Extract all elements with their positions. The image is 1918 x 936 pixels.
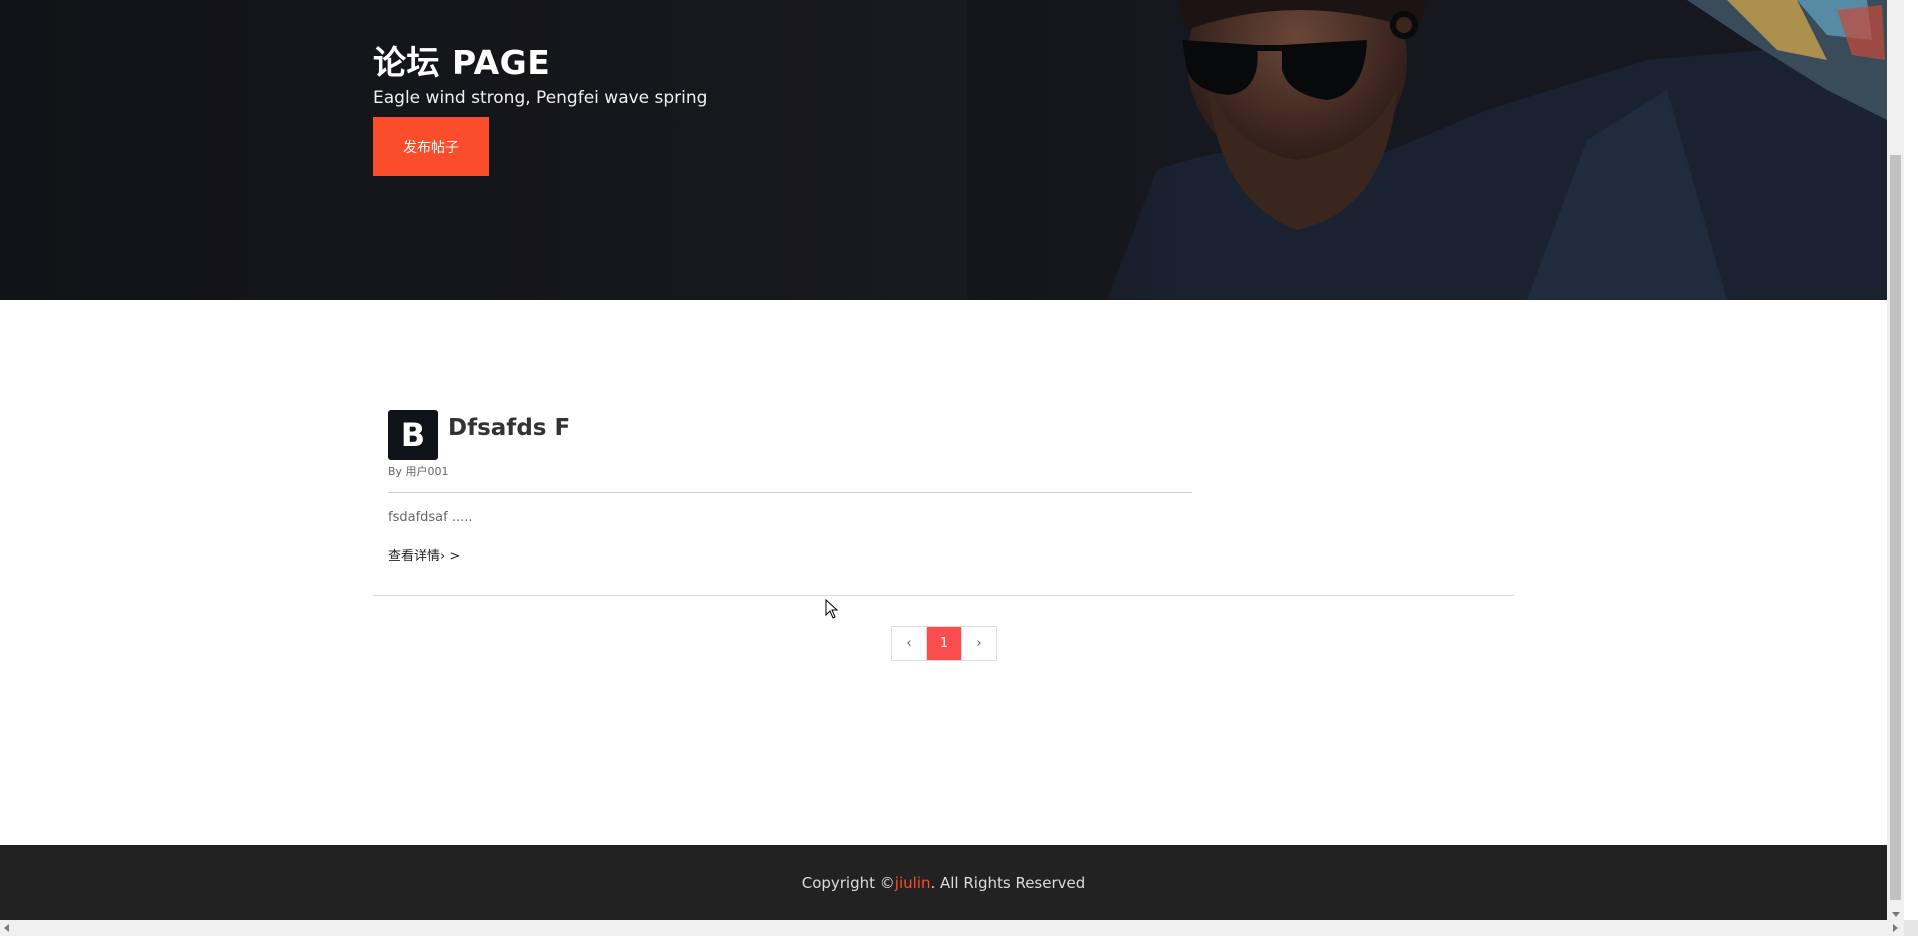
- footer-copyright-prefix: Copyright ©: [801, 873, 895, 892]
- footer-copyright-suffix: . All Rights Reserved: [930, 873, 1086, 892]
- hero-banner: 论坛 PAGE Eagle wind strong, Pengfei wave …: [0, 0, 1887, 300]
- scroll-left-arrow-icon[interactable]: [4, 924, 9, 932]
- pagination-page-1[interactable]: 1: [926, 627, 961, 660]
- hero-title: 论坛 PAGE: [373, 43, 551, 82]
- post-author: By 用户001: [388, 465, 449, 478]
- post-header: B Dfsafds F: [388, 410, 1192, 460]
- scroll-right-arrow-icon[interactable]: [1893, 924, 1898, 932]
- hero-subtitle: Eagle wind strong, Pengfei wave spring: [373, 88, 708, 108]
- post-title[interactable]: Dfsafds F: [448, 415, 570, 441]
- page-viewport: 论坛 PAGE Eagle wind strong, Pengfei wave …: [0, 0, 1918, 936]
- footer: Copyright © jiulin. All Rights Reserved: [0, 845, 1887, 920]
- scrollbar-corner: [1904, 920, 1918, 936]
- post-card: B Dfsafds F By 用户001 fsdafdsaf ..... 查看详…: [388, 410, 1192, 564]
- post-excerpt: fsdafdsaf .....: [388, 510, 473, 525]
- publish-post-button[interactable]: 发布帖子: [373, 117, 489, 176]
- vertical-scrollbar[interactable]: [1887, 0, 1904, 920]
- hero-photo: [967, 0, 1887, 300]
- horizontal-scrollbar[interactable]: [0, 920, 1904, 936]
- vertical-scrollbar-thumb[interactable]: [1890, 155, 1901, 900]
- list-divider: [373, 595, 1514, 596]
- post-avatar: B: [388, 410, 438, 460]
- mouse-cursor-icon: [825, 599, 839, 619]
- footer-brand-link[interactable]: jiulin: [895, 874, 931, 892]
- post-divider: [388, 492, 1192, 493]
- scroll-down-arrow-icon[interactable]: [1892, 912, 1900, 917]
- view-details-link[interactable]: 查看详情› >: [388, 545, 460, 564]
- pagination: ‹ 1 ›: [891, 626, 997, 661]
- pagination-next-button[interactable]: ›: [961, 627, 996, 660]
- pagination-prev-button[interactable]: ‹: [892, 627, 926, 660]
